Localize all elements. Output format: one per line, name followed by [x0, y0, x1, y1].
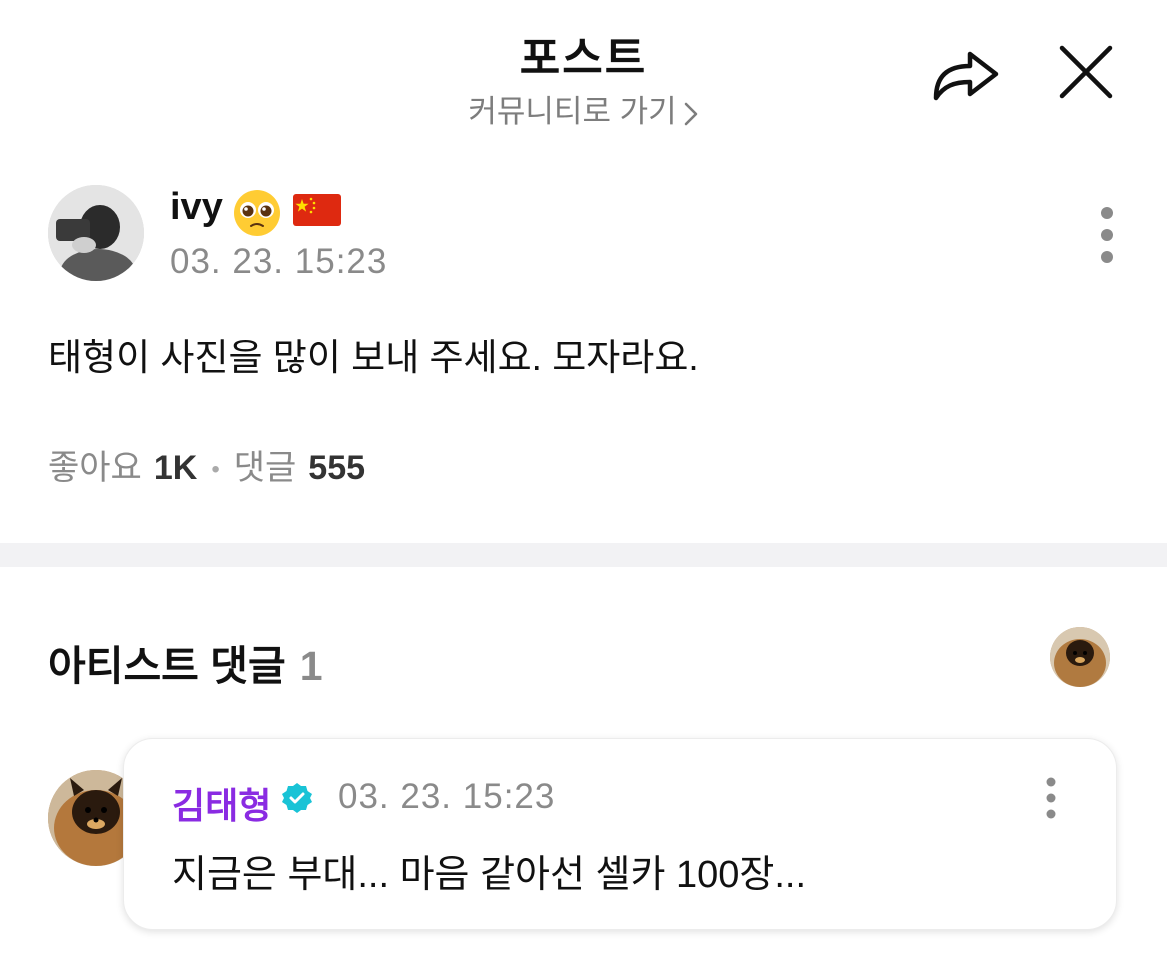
share-button[interactable]	[928, 40, 1004, 106]
chevron-right-icon	[684, 102, 697, 126]
likes-stat[interactable]: 좋아요 1K	[48, 449, 197, 487]
comment-timestamp: 03. 23. 15:23	[338, 777, 556, 816]
comments-count: 555	[308, 449, 366, 487]
close-button[interactable]	[1056, 42, 1116, 102]
likes-count: 1K	[153, 449, 198, 487]
verified-badge-icon	[282, 783, 312, 813]
author-avatar[interactable]	[48, 185, 144, 281]
author-photo	[48, 185, 144, 281]
comment-text: 지금은 부대... 마음 같아선 셀카 100장...	[172, 854, 807, 896]
section-divider	[0, 543, 1167, 567]
artist-comment-card: 김태형 03. 23. 15:23 지금은 부대... 마음 같아선 셀카 10…	[123, 738, 1117, 930]
china-flag-icon	[293, 194, 341, 226]
more-vertical-icon	[1101, 207, 1113, 263]
artist-comments-title: 아티스트 댓글 1	[48, 632, 323, 692]
post-timestamp: 03. 23. 15:23	[170, 242, 388, 281]
artist-comments-label: 아티스트 댓글	[48, 643, 286, 689]
artist-avatar-small[interactable]	[1050, 627, 1110, 687]
artist-dog-photo-small	[1050, 627, 1110, 687]
close-icon	[1059, 45, 1113, 99]
comments-stat[interactable]: 댓글 555	[234, 449, 365, 487]
separator-dot: •	[211, 456, 220, 484]
commenter-name[interactable]: 김태형	[172, 777, 271, 829]
more-vertical-icon	[1046, 777, 1056, 819]
author-name[interactable]: ivy	[170, 186, 223, 229]
likes-label: 좋아요	[48, 449, 142, 487]
artist-comments-count: 1	[299, 643, 323, 689]
post-body: 태형이 사진을 많이 보내 주세요. 모자라요.	[48, 337, 699, 378]
share-arrow-icon	[933, 51, 999, 101]
post-more-button[interactable]	[1090, 205, 1124, 265]
comment-more-button[interactable]	[1039, 777, 1063, 819]
community-link-label: 커뮤니티로 가기	[468, 94, 677, 129]
comments-label: 댓글	[233, 449, 297, 487]
pleading-face-icon	[234, 190, 280, 236]
post-stats: 좋아요 1K • 댓글 555	[48, 440, 365, 489]
post-header: 포스트 커뮤니티로 가기	[0, 0, 1167, 140]
